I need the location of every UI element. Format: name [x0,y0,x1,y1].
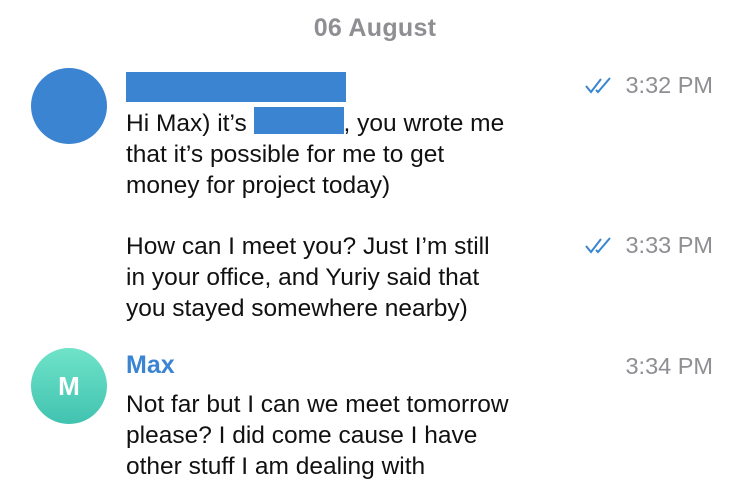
message-text: Not far but I can we meet tomorrow pleas… [126,389,509,482]
max-avatar[interactable]: M [31,348,107,424]
message-line: you stayed somewhere nearby) [126,295,468,322]
double-check-icon [585,236,612,254]
message-time: 3:32 PM [585,72,713,99]
message-line: that it’s possible for me to get [126,141,445,168]
message-line: please? I did come cause I have [126,422,478,449]
redacted-sender-name [126,72,346,102]
message-time: 3:33 PM [585,232,713,259]
message-time: 3:34 PM [625,353,713,379]
message-line: How can I meet you? Just I’m still [126,233,490,260]
message-line: Hi Max) it’s , you wrote me [126,107,504,139]
message-line: money for project today) [126,172,391,199]
redacted-name [253,107,344,134]
sender-name[interactable]: Max [126,351,175,380]
message-line: in your office, and Yuriy said that [126,264,480,291]
double-check-icon [585,76,612,94]
message-text: Hi Max) it’s , you wrote me that it’s po… [126,107,504,201]
date-header: 06 August [313,14,437,42]
message-line: Not far but I can we meet tomorrow [126,391,509,418]
message-text: How can I meet you? Just I’m still in yo… [126,231,490,324]
sender-avatar[interactable] [31,68,107,144]
message-line: other stuff I am dealing with [126,453,426,480]
